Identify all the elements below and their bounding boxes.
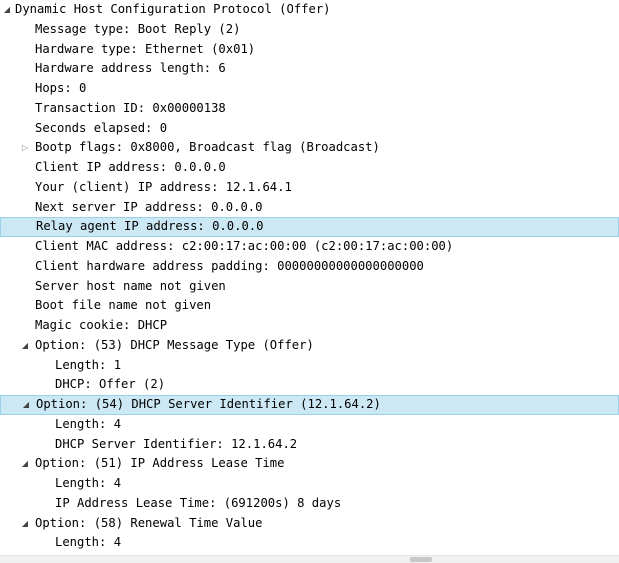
expanded-triangle-icon[interactable]: [20, 336, 30, 356]
tree-item-client-mac[interactable]: Client MAC address: c2:00:17:ac:00:00 (c…: [0, 237, 619, 257]
tree-item-option-54-value[interactable]: DHCP Server Identifier: 12.1.64.2: [0, 435, 619, 455]
tree-item-label: IP Address Lease Time: (691200s) 8 days: [55, 495, 342, 510]
tree-item-hops[interactable]: Hops: 0: [0, 79, 619, 99]
tree-item-label: Length: 1: [55, 357, 122, 372]
tree-item-label: Bootp flags: 0x8000, Broadcast flag (Bro…: [35, 140, 380, 155]
tree-item-label: Next server IP address: 0.0.0.0: [35, 199, 263, 214]
tree-item-next-server-ip[interactable]: Next server IP address: 0.0.0.0: [0, 198, 619, 218]
tree-item-bootp-flags[interactable]: Bootp flags: 0x8000, Broadcast flag (Bro…: [0, 138, 619, 158]
tree-item-label: Option: (51) IP Address Lease Time: [35, 456, 285, 471]
tree-item-label: Option: (58) Renewal Time Value: [35, 515, 263, 530]
tree-item-label: Hardware address length: 6: [35, 61, 226, 76]
tree-item-option-58[interactable]: Option: (58) Renewal Time Value: [0, 514, 619, 534]
collapsed-triangle-icon[interactable]: [20, 138, 30, 158]
tree-item-label: Length: 4: [55, 416, 122, 431]
tree-item-option-51[interactable]: Option: (51) IP Address Lease Time: [0, 454, 619, 474]
tree-item-option-54-length[interactable]: Length: 4: [0, 415, 619, 435]
tree-item-option-54[interactable]: Option: (54) DHCP Server Identifier (12.…: [0, 395, 619, 415]
tree-item-option-58-length[interactable]: Length: 4: [0, 533, 619, 553]
tree-item-label: Length: 4: [55, 535, 122, 550]
tree-item-message-type[interactable]: Message type: Boot Reply (2): [0, 20, 619, 40]
tree-item-label: Hardware type: Ethernet (0x01): [35, 41, 256, 56]
tree-item-option-53-length[interactable]: Length: 1: [0, 356, 619, 376]
packet-details-tree: Dynamic Host Configuration Protocol (Off…: [0, 0, 619, 553]
tree-item-seconds-elapsed[interactable]: Seconds elapsed: 0: [0, 119, 619, 139]
expanded-triangle-icon[interactable]: [21, 396, 31, 414]
tree-item-label: Client IP address: 0.0.0.0: [35, 160, 226, 174]
tree-item-label: Boot file name not given: [35, 298, 212, 313]
expanded-triangle-icon[interactable]: [20, 514, 30, 534]
tree-item-option-51-length[interactable]: Length: 4: [0, 474, 619, 494]
tree-item-option-51-value[interactable]: IP Address Lease Time: (691200s) 8 days: [0, 494, 619, 514]
tree-item-label: Your (client) IP address: 12.1.64.1: [35, 179, 292, 194]
expanded-triangle-icon[interactable]: [20, 454, 30, 474]
tree-item-relay-agent-ip[interactable]: Relay agent IP address: 0.0.0.0: [0, 217, 619, 237]
tree-item-label: DHCP: Offer (2): [55, 377, 166, 392]
tree-item-label: Message type: Boot Reply (2): [35, 21, 241, 36]
tree-item-label: Client MAC address: c2:00:17:ac:00:00 (c…: [35, 239, 454, 253]
tree-item-label: Hops: 0: [35, 81, 87, 95]
tree-item-label: Length: 4: [55, 476, 122, 490]
tree-item-hardware-address-length[interactable]: Hardware address length: 6: [0, 59, 619, 79]
tree-item-label: Seconds elapsed: 0: [35, 120, 168, 135]
tree-item-label: Client hardware address padding: 0000000…: [35, 258, 424, 273]
tree-item-option-53[interactable]: Option: (53) DHCP Message Type (Offer): [0, 336, 619, 356]
scrollbar-thumb[interactable]: [410, 557, 432, 562]
tree-item-label: Option: (54) DHCP Server Identifier (12.…: [36, 397, 381, 411]
tree-item-your-ip[interactable]: Your (client) IP address: 12.1.64.1: [0, 178, 619, 198]
tree-item-hardware-type[interactable]: Hardware type: Ethernet (0x01): [0, 40, 619, 60]
tree-item-client-ip[interactable]: Client IP address: 0.0.0.0: [0, 158, 619, 178]
tree-item-label: Option: (53) DHCP Message Type (Offer): [35, 337, 314, 352]
expanded-triangle-icon[interactable]: [2, 0, 12, 20]
tree-item-transaction-id[interactable]: Transaction ID: 0x00000138: [0, 99, 619, 119]
tree-item-label: Magic cookie: DHCP: [35, 318, 168, 332]
tree-item-label: Dynamic Host Configuration Protocol (Off…: [15, 2, 331, 16]
tree-item-boot-file-name[interactable]: Boot file name not given: [0, 296, 619, 316]
tree-item-label: Server host name not given: [35, 278, 226, 293]
tree-item-magic-cookie[interactable]: Magic cookie: DHCP: [0, 316, 619, 336]
tree-item-label: Relay agent IP address: 0.0.0.0: [36, 219, 264, 234]
tree-item-client-hw-padding[interactable]: Client hardware address padding: 0000000…: [0, 257, 619, 277]
tree-item-dhcp-protocol[interactable]: Dynamic Host Configuration Protocol (Off…: [0, 0, 619, 20]
tree-item-label: DHCP Server Identifier: 12.1.64.2: [55, 436, 298, 451]
tree-item-label: Transaction ID: 0x00000138: [35, 100, 226, 115]
tree-item-option-53-value[interactable]: DHCP: Offer (2): [0, 375, 619, 395]
tree-item-server-host-name[interactable]: Server host name not given: [0, 277, 619, 297]
